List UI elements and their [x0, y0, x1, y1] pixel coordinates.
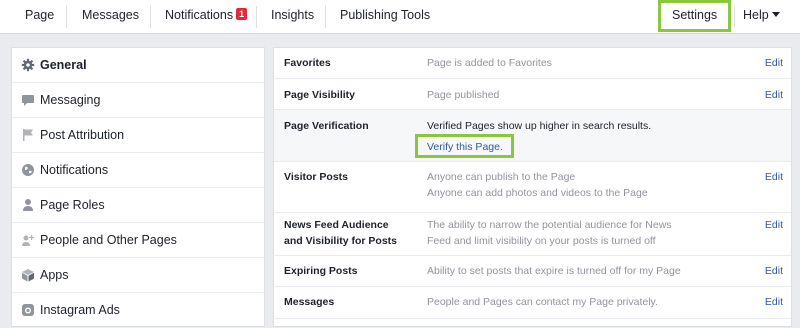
sidebar-item-notifications[interactable]: Notifications	[12, 153, 264, 188]
message-icon	[22, 95, 34, 106]
edit-link[interactable]: Edit	[765, 263, 783, 279]
nav-divider	[66, 6, 67, 28]
edit-link[interactable]: Edit	[765, 87, 783, 103]
verify-link-wrapper: Verify this Page.	[427, 138, 503, 155]
sidebar-item-label: Instagram Ads	[40, 303, 120, 317]
sidebar-item-label: Post Attribution	[40, 128, 125, 142]
sidebar-item-label: Apps	[40, 268, 69, 282]
sidebar-item-people-and-other-pages[interactable]: People and Other Pages	[12, 223, 264, 258]
edit-link[interactable]: Edit	[765, 55, 783, 71]
row-value: People and Pages can contact my Page pri…	[427, 296, 658, 308]
sidebar-item-apps[interactable]: Apps	[12, 258, 264, 293]
settings-row-messages[interactable]: Messages People and Pages can contact my…	[274, 287, 791, 319]
settings-row-page-verification: Page Verification Verified Pages show up…	[274, 110, 791, 162]
sidebar-item-label: Messaging	[40, 93, 101, 107]
row-title: Visitor Posts	[284, 171, 348, 183]
row-value: Page is added to Favorites	[427, 57, 552, 69]
nav-tab-settings[interactable]: Settings	[672, 0, 717, 33]
row-value: Page published	[427, 89, 500, 101]
row-value: Anyone can publish to the Page	[427, 171, 576, 183]
row-value: The ability to narrow the potential audi…	[427, 219, 672, 247]
edit-link[interactable]: Edit	[765, 217, 783, 233]
edit-link[interactable]: Edit	[765, 294, 783, 310]
nav-divider	[734, 6, 735, 28]
nav-tab-notifications[interactable]: Notifications 1	[165, 0, 248, 33]
page-top-nav: Page Messages Notifications 1 Insights Pu…	[0, 0, 800, 34]
chevron-down-icon	[771, 12, 780, 17]
globe-icon	[22, 164, 34, 176]
nav-tab-notifications-label: Notifications	[165, 8, 234, 22]
row-title: Messages	[284, 296, 335, 308]
settings-row-favorites[interactable]: Favorites Page is added to Favorites Edi…	[274, 48, 791, 79]
person-icon	[23, 199, 33, 211]
row-value: Anyone can add photos and videos to the …	[427, 187, 648, 199]
nav-tab-insights[interactable]: Insights	[271, 0, 314, 33]
row-title: Page Verification	[284, 120, 369, 132]
sidebar-item-page-roles[interactable]: Page Roles	[12, 188, 264, 223]
nav-divider	[256, 6, 257, 28]
sidebar-item-label: Page Roles	[40, 198, 105, 212]
sidebar-item-post-attribution[interactable]: Post Attribution	[12, 118, 264, 153]
row-value-lines: Anyone can publish to the Page Anyone ca…	[427, 169, 727, 201]
sidebar-item-general[interactable]: General	[12, 48, 264, 83]
sidebar-item-messaging[interactable]: Messaging	[12, 83, 264, 118]
nav-tab-messages[interactable]: Messages	[82, 0, 139, 33]
nav-divider	[325, 6, 326, 28]
settings-row-page-visibility[interactable]: Page Visibility Page published Edit	[274, 79, 791, 110]
row-title: News Feed Audience and Visibility for Po…	[284, 219, 397, 247]
nav-help-label: Help	[743, 8, 769, 22]
sidebar-item-label: Notifications	[40, 163, 109, 177]
row-title: Favorites	[284, 57, 331, 69]
verify-page-link[interactable]: Verify this Page.	[427, 141, 503, 153]
nav-divider	[150, 6, 151, 28]
general-settings-panel: Favorites Page is added to Favorites Edi…	[273, 47, 792, 327]
flag-icon	[23, 129, 33, 141]
sidebar-item-label: People and Other Pages	[40, 233, 177, 247]
nav-tab-publishing-tools[interactable]: Publishing Tools	[340, 0, 430, 33]
sidebar-item-label: General	[40, 58, 87, 72]
nav-tab-page[interactable]: Page	[25, 0, 54, 33]
settings-row-expiring-posts[interactable]: Expiring Posts Ability to set posts that…	[274, 256, 791, 287]
settings-row-news-feed-audience[interactable]: News Feed Audience and Visibility for Po…	[274, 213, 791, 256]
row-value-wrapper: Verified Pages show up higher in search …	[427, 118, 727, 134]
sidebar-item-instagram-ads[interactable]: Instagram Ads	[12, 293, 264, 328]
people-icon	[22, 235, 35, 246]
settings-sidebar: General Messaging Post Attribution Notif…	[11, 47, 265, 328]
settings-row-visitor-posts[interactable]: Visitor Posts Anyone can publish to the …	[274, 162, 791, 213]
row-title: Expiring Posts	[284, 265, 358, 277]
edit-link[interactable]: Edit	[765, 169, 783, 185]
nav-help-dropdown[interactable]: Help	[743, 0, 780, 33]
row-value: Ability to set posts that expire is turn…	[427, 265, 681, 277]
notifications-count-badge: 1	[236, 8, 248, 20]
row-title: Page Visibility	[284, 89, 356, 101]
gear-icon	[21, 58, 35, 72]
cube-icon	[22, 269, 34, 282]
row-value: Verified Pages show up higher in search …	[427, 120, 652, 132]
